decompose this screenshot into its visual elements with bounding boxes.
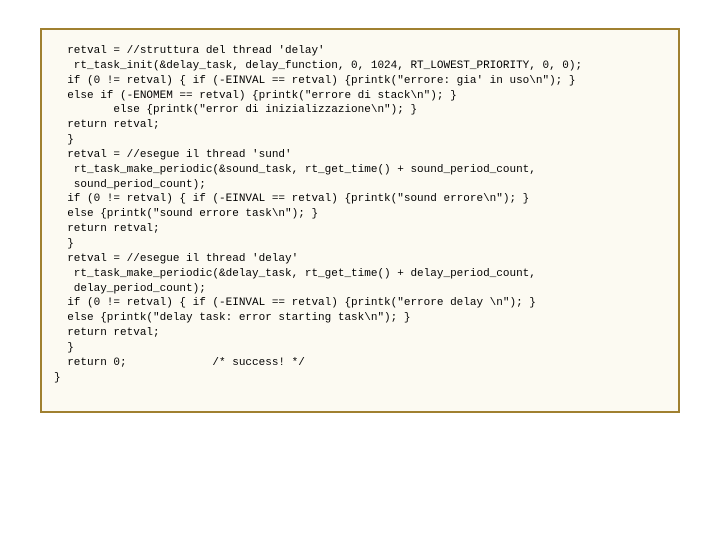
code-line: if (0 != retval) { if (-EINVAL == retval… — [54, 193, 529, 205]
code-line: return 0; /* success! */ — [54, 357, 305, 369]
code-line: else if (-ENOMEM == retval) {printk("err… — [54, 90, 457, 102]
code-line: rt_task_make_periodic(&delay_task, rt_ge… — [54, 268, 536, 280]
code-line: delay_period_count); — [54, 283, 206, 295]
code-line: return retval; — [54, 223, 160, 235]
code-line: sound_period_count); — [54, 179, 206, 191]
code-line: else {printk("sound errore task\n"); } — [54, 208, 318, 220]
code-line: else {printk("error di inizializzazione\… — [54, 104, 417, 116]
code-line: rt_task_make_periodic(&sound_task, rt_ge… — [54, 164, 536, 176]
code-line: } — [54, 342, 74, 354]
code-line: else {printk("delay task: error starting… — [54, 312, 410, 324]
code-line: retval = //esegue il thread 'sund' — [54, 149, 292, 161]
code-line: return retval; — [54, 327, 160, 339]
code-line: return retval; — [54, 119, 160, 131]
code-line: retval = //esegue il thread 'delay' — [54, 253, 298, 265]
code-block-1: retval = //struttura del thread 'delay' … — [54, 44, 666, 148]
code-line: retval = //struttura del thread 'delay' — [54, 45, 325, 57]
code-line: } — [54, 238, 74, 250]
code-block-3: retval = //esegue il thread 'delay' rt_t… — [54, 252, 666, 386]
code-block-2: retval = //esegue il thread 'sund' rt_ta… — [54, 148, 666, 252]
code-line: rt_task_init(&delay_task, delay_function… — [54, 60, 582, 72]
code-line: } — [54, 372, 61, 384]
code-box: retval = //struttura del thread 'delay' … — [40, 28, 680, 413]
code-line: if (0 != retval) { if (-EINVAL == retval… — [54, 297, 536, 309]
code-line: } — [54, 134, 74, 146]
code-line: if (0 != retval) { if (-EINVAL == retval… — [54, 75, 576, 87]
